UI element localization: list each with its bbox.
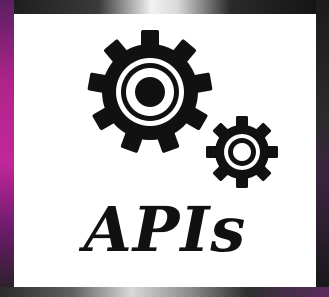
- logo-card: APIs: [14, 14, 316, 287]
- background-photo-top: [0, 0, 329, 14]
- api-logo-image: APIs: [0, 0, 329, 297]
- background-photo-bottom: [0, 287, 329, 297]
- background-photo-left: [0, 0, 14, 297]
- logo-title: APIs: [83, 193, 247, 266]
- small-gear-icon: [206, 116, 278, 188]
- background-photo-right: [316, 0, 329, 297]
- large-gear-icon: [87, 30, 213, 153]
